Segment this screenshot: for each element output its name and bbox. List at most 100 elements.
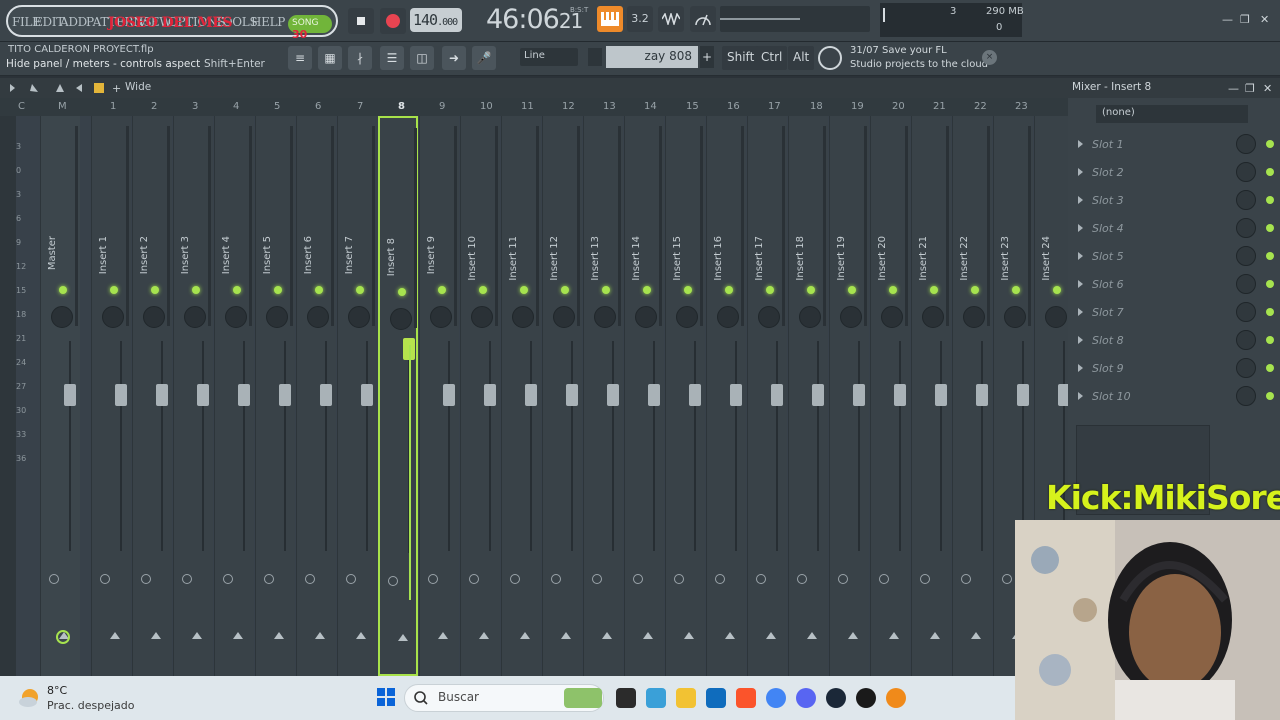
snap-select[interactable]: Line xyxy=(520,48,578,66)
stereo-control-icon[interactable] xyxy=(879,574,889,584)
arrow-right-icon[interactable]: ➜ xyxy=(442,46,466,70)
volume-fader[interactable] xyxy=(730,384,742,406)
ruler-number[interactable]: 9 xyxy=(439,101,445,112)
stereo-control-icon[interactable] xyxy=(1002,574,1012,584)
insert-channel[interactable]: Insert 5 xyxy=(255,116,295,676)
pan-knob[interactable] xyxy=(266,306,288,328)
effect-slot[interactable]: Slot 8 xyxy=(1076,328,1276,354)
pan-knob[interactable] xyxy=(635,306,657,328)
slot-enable-led[interactable] xyxy=(1266,224,1274,232)
pan-knob[interactable] xyxy=(51,306,73,328)
insert-channel[interactable]: Insert 12 xyxy=(542,116,582,676)
pattern-selector[interactable]: zay 808 xyxy=(606,46,698,68)
pan-knob[interactable] xyxy=(102,306,124,328)
insert-channel[interactable]: Insert 13 xyxy=(583,116,623,676)
steam-icon[interactable] xyxy=(826,688,846,708)
stereo-control-icon[interactable] xyxy=(510,574,520,584)
insert-channel[interactable]: Insert 4 xyxy=(214,116,254,676)
pan-knob[interactable] xyxy=(471,306,493,328)
pan-knob[interactable] xyxy=(430,306,452,328)
insert-channel[interactable]: Insert 1 xyxy=(91,116,131,676)
channel-enable-led[interactable] xyxy=(151,286,159,294)
ruler-number[interactable]: 4 xyxy=(233,101,239,112)
volume-fader[interactable] xyxy=(607,384,619,406)
pan-knob[interactable] xyxy=(307,306,329,328)
channel-enable-led[interactable] xyxy=(233,286,241,294)
stereo-control-icon[interactable] xyxy=(756,574,766,584)
ruler-number[interactable]: 14 xyxy=(644,101,657,112)
ruler-number[interactable]: 17 xyxy=(768,101,781,112)
master-channel[interactable]: Master xyxy=(40,116,80,676)
slot-menu-icon[interactable] xyxy=(1078,308,1083,316)
insert-channel[interactable]: Insert 18 xyxy=(788,116,828,676)
menu-help[interactable]: HELP xyxy=(251,15,285,29)
route-arrow-icon[interactable] xyxy=(315,632,325,639)
insert-channel[interactable]: Insert 15 xyxy=(665,116,705,676)
ruler-number[interactable]: 1 xyxy=(110,101,116,112)
ruler-number[interactable]: 22 xyxy=(974,101,987,112)
store-icon[interactable] xyxy=(706,688,726,708)
volume-fader[interactable] xyxy=(197,384,209,406)
insert-channel[interactable]: Insert 6 xyxy=(296,116,336,676)
ruler-number[interactable]: 7 xyxy=(357,101,363,112)
effect-slot[interactable]: Slot 9 xyxy=(1076,356,1276,382)
channel-enable-led[interactable] xyxy=(192,286,200,294)
stereo-control-icon[interactable] xyxy=(797,574,807,584)
brave-browser-icon[interactable] xyxy=(736,688,756,708)
news-panel[interactable]: 31/07 Save your FL Studio projects to th… xyxy=(850,44,988,72)
stereo-control-icon[interactable] xyxy=(592,574,602,584)
volume-fader[interactable] xyxy=(648,384,660,406)
route-arrow-icon[interactable] xyxy=(151,632,161,639)
stereo-control-icon[interactable] xyxy=(141,574,151,584)
channel-enable-led[interactable] xyxy=(684,286,692,294)
insert-channel[interactable]: Insert 17 xyxy=(747,116,787,676)
insert-channel[interactable]: Insert 19 xyxy=(829,116,869,676)
pattern-play-icon[interactable] xyxy=(588,48,602,66)
volume-fader[interactable] xyxy=(853,384,865,406)
ruler-number[interactable]: 19 xyxy=(851,101,864,112)
news-icon[interactable] xyxy=(818,46,842,70)
channel-enable-led[interactable] xyxy=(398,288,406,296)
insert-channel[interactable]: Insert 8 xyxy=(378,116,418,676)
channel-enable-led[interactable] xyxy=(1053,286,1061,294)
pan-knob[interactable] xyxy=(758,306,780,328)
pan-knob[interactable] xyxy=(963,306,985,328)
insert-channel[interactable]: Insert 2 xyxy=(132,116,172,676)
slot-mix-knob[interactable] xyxy=(1236,358,1256,378)
pan-knob[interactable] xyxy=(553,306,575,328)
panel-close-icon[interactable]: ✕ xyxy=(1263,82,1272,95)
song-mode-toggle[interactable]: SONG 30 xyxy=(288,15,332,41)
panel-minimize-icon[interactable]: — xyxy=(1228,82,1239,95)
playlist-icon[interactable]: ≡ xyxy=(288,46,312,70)
route-arrow-icon[interactable] xyxy=(930,632,940,639)
stereo-control-icon[interactable] xyxy=(388,576,398,586)
slot-enable-led[interactable] xyxy=(1266,252,1274,260)
ruler-number[interactable]: 10 xyxy=(480,101,493,112)
mixer-icon[interactable]: ◫ xyxy=(410,46,434,70)
slot-enable-led[interactable] xyxy=(1266,336,1274,344)
volume-fader[interactable] xyxy=(238,384,250,406)
stereo-control-icon[interactable] xyxy=(551,574,561,584)
pan-knob[interactable] xyxy=(676,306,698,328)
channel-enable-led[interactable] xyxy=(1012,286,1020,294)
maximize-icon[interactable]: ❐ xyxy=(1240,13,1250,26)
channel-enable-led[interactable] xyxy=(356,286,364,294)
volume-fader[interactable] xyxy=(566,384,578,406)
pan-knob[interactable] xyxy=(512,306,534,328)
insert-channel[interactable]: Insert 21 xyxy=(911,116,951,676)
close-icon[interactable]: ✕ xyxy=(1260,13,1269,26)
ruler-number[interactable]: 20 xyxy=(892,101,905,112)
volume-fader[interactable] xyxy=(894,384,906,406)
effect-slot[interactable]: Slot 1 xyxy=(1076,132,1276,158)
pan-knob[interactable] xyxy=(390,308,412,330)
pan-knob[interactable] xyxy=(143,306,165,328)
ruler-number[interactable]: 18 xyxy=(810,101,823,112)
volume-fader[interactable] xyxy=(279,384,291,406)
slot-enable-led[interactable] xyxy=(1266,392,1274,400)
channel-enable-led[interactable] xyxy=(438,286,446,294)
ruler-number[interactable]: 13 xyxy=(603,101,616,112)
stop-button[interactable] xyxy=(348,8,374,34)
pan-knob[interactable] xyxy=(348,306,370,328)
stereo-control-icon[interactable] xyxy=(223,574,233,584)
metronome-icon[interactable] xyxy=(690,6,716,32)
